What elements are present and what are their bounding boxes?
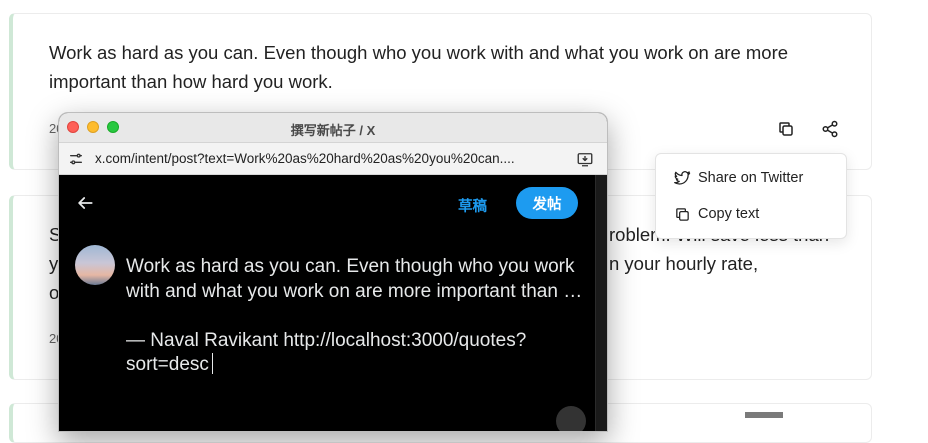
share-on-twitter-item[interactable]: Share on Twitter — [674, 167, 803, 189]
text-cursor — [211, 353, 213, 374]
x-compose-popup-window: 撰写新帖子 / X x.com/intent/post?text=Work%20… — [58, 112, 608, 432]
x-compose-body: 草稿 发帖 Work as hard as you can. Even thou… — [59, 175, 607, 431]
share-menu: Share on Twitter Copy text — [655, 153, 847, 239]
menu-item-label: Share on Twitter — [698, 170, 804, 186]
copy-text-item[interactable]: Copy text — [674, 203, 759, 225]
back-arrow-icon[interactable] — [75, 193, 95, 213]
drafts-link[interactable]: 草稿 — [458, 195, 487, 216]
site-settings-icon[interactable] — [68, 151, 84, 167]
partial-element — [745, 412, 783, 418]
install-app-icon[interactable] — [576, 150, 594, 168]
compose-text: Work as hard as you can. Even though who… — [126, 256, 583, 375]
compose-textarea[interactable]: Work as hard as you can. Even though who… — [126, 255, 586, 378]
url-text[interactable]: x.com/intent/post?text=Work%20as%20hard%… — [95, 151, 565, 166]
copy-icon — [676, 207, 689, 221]
post-button[interactable]: 发帖 — [516, 187, 578, 219]
address-bar[interactable]: x.com/intent/post?text=Work%20as%20hard%… — [59, 143, 607, 175]
scrollbar[interactable] — [595, 175, 607, 431]
twitter-icon — [674, 170, 691, 185]
window-title: 撰写新帖子 / X — [290, 123, 376, 138]
partial-button[interactable] — [556, 406, 586, 431]
share-icon — [822, 120, 838, 138]
copy-icon — [779, 122, 793, 136]
quote-text: Work as hard as you can. Even though who… — [49, 42, 789, 92]
copy-button[interactable] — [775, 118, 797, 140]
quote-text-line: n your hourly rate, — [609, 253, 759, 274]
window-titlebar[interactable]: 撰写新帖子 / X — [59, 113, 607, 143]
share-button[interactable] — [819, 118, 841, 140]
avatar[interactable] — [75, 245, 115, 285]
menu-item-label: Copy text — [698, 206, 760, 222]
